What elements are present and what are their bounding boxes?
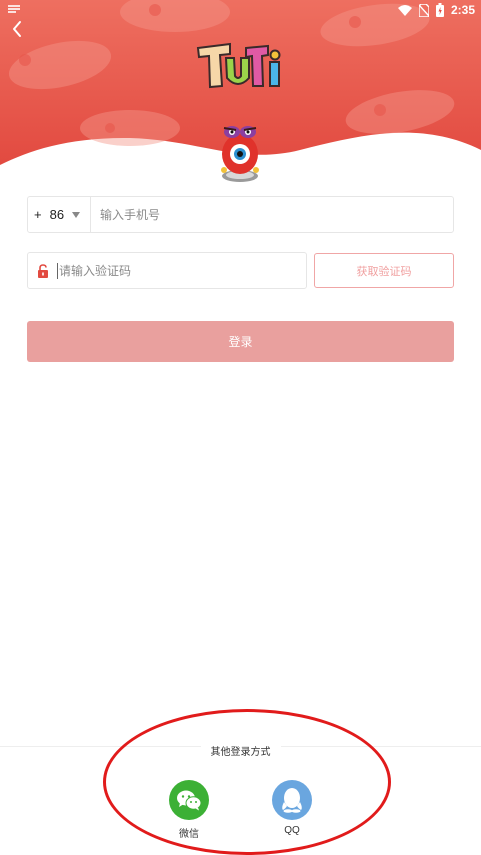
battery-icon — [435, 3, 444, 17]
wechat-label: 微信 — [179, 829, 199, 840]
chevron-left-icon — [13, 21, 21, 37]
no-sim-icon — [418, 3, 429, 17]
back-button[interactable] — [6, 16, 28, 42]
other-login-title: 其他登录方式 — [0, 740, 481, 759]
wechat-login-button[interactable] — [169, 780, 209, 820]
other-login-title-text: 其他登录方式 — [200, 743, 281, 758]
country-code-plus: + — [34, 207, 42, 222]
tuti-logo — [196, 42, 281, 89]
login-button[interactable]: 登录 — [27, 321, 454, 362]
status-icons: 2:35 — [397, 2, 475, 18]
phone-field: + 86 — [27, 196, 454, 233]
mascot-image — [221, 126, 259, 182]
unlock-icon — [38, 263, 48, 278]
status-bar: 2:35 — [0, 0, 481, 20]
get-code-button[interactable]: 获取验证码 — [314, 253, 454, 288]
status-time: 2:35 — [450, 3, 475, 17]
dropdown-arrow-icon — [72, 211, 81, 218]
wechat-icon — [177, 790, 202, 811]
country-code-selector[interactable]: + 86 — [28, 197, 91, 232]
qq-login-button[interactable] — [272, 780, 312, 820]
verification-code-field — [27, 252, 307, 289]
verification-code-input[interactable] — [57, 262, 306, 279]
wifi-icon — [397, 4, 412, 16]
qq-label: QQ — [284, 825, 300, 836]
country-code-value: 86 — [49, 207, 65, 222]
annotation-circle — [103, 709, 391, 855]
qq-icon — [282, 788, 302, 813]
notification-icon — [8, 5, 20, 13]
phone-input[interactable] — [91, 197, 453, 232]
